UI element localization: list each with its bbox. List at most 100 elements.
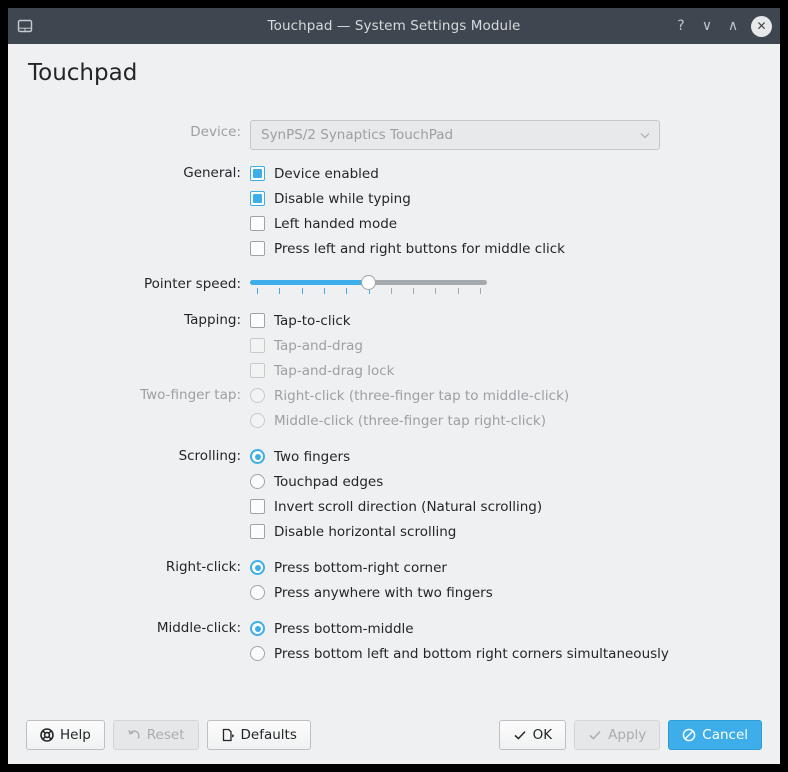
apply-button-label: Apply: [608, 727, 647, 743]
help-button-label: Help: [60, 727, 91, 743]
tapping-row-3: Tap-and-drag lock: [26, 358, 762, 383]
tapping-row-1: Tapping: Tap-to-click: [26, 308, 762, 333]
right-click-label: Right-click:: [165, 559, 241, 575]
general-row-1: General: Device enabled: [26, 161, 762, 186]
reset-button-label: Reset: [146, 727, 185, 743]
middle-click-row-2: Press bottom left and bottom right corne…: [26, 641, 762, 666]
slider-tick: [257, 288, 258, 294]
slider-tick: [458, 288, 459, 294]
checkbox-invert-scroll-direction-label: Invert scroll direction (Natural scrolli…: [274, 498, 543, 515]
checkbox-middle-click-emulation-box[interactable]: [250, 241, 265, 256]
pointer-speed-label: Pointer speed:: [144, 276, 241, 292]
radio-middle-click-both-corners[interactable]: Press bottom left and bottom right corne…: [250, 641, 669, 666]
slider-tick: [302, 288, 303, 294]
checkbox-tap-to-click-box[interactable]: [250, 313, 265, 328]
slider-tick: [391, 288, 392, 294]
checkbox-invert-scroll-direction[interactable]: Invert scroll direction (Natural scrolli…: [250, 494, 542, 519]
checkbox-tap-to-click[interactable]: Tap-to-click: [250, 308, 351, 333]
touchpad-settings-window: Touchpad — System Settings Module ? ∨ ∧ …: [8, 8, 780, 764]
checkbox-tap-and-drag: Tap-and-drag: [250, 333, 363, 358]
settings-content: Touchpad Device: SynPS/2 Synaptics Touch…: [8, 44, 780, 706]
titlebar-maximize-button[interactable]: ∧: [721, 14, 745, 38]
two-finger-tap-row-1: Two-finger tap: Right-click (three-finge…: [26, 383, 762, 408]
radio-two-finger-right-click-label: Right-click (three-finger tap to middle-…: [274, 387, 570, 404]
radio-scroll-two-fingers[interactable]: Two fingers: [250, 444, 350, 469]
radio-two-finger-middle-click: Middle-click (three-finger tap right-cli…: [250, 408, 546, 433]
pointer-speed-row: Pointer speed:: [26, 272, 762, 297]
checkbox-left-handed-mode-box[interactable]: [250, 216, 265, 231]
checkbox-disable-while-typing-label: Disable while typing: [274, 190, 411, 207]
radio-two-finger-right-click-circle: [250, 388, 265, 403]
defaults-button[interactable]: Defaults: [206, 720, 311, 750]
dialog-button-bar: Help Reset Defaults OK Apply Cancel: [8, 706, 780, 764]
defaults-button-label: Defaults: [240, 727, 297, 743]
window-controls: ? ∨ ∧ ✕: [669, 14, 780, 38]
help-button[interactable]: Help: [26, 720, 105, 750]
checkbox-disable-horizontal-scrolling-label: Disable horizontal scrolling: [274, 523, 457, 540]
undo-arrow-icon: [127, 728, 141, 742]
tapping-label: Tapping:: [184, 312, 241, 328]
radio-scroll-two-fingers-label: Two fingers: [274, 448, 351, 465]
radio-scroll-touchpad-edges-circle[interactable]: [250, 474, 265, 489]
checkbox-middle-click-emulation[interactable]: Press left and right buttons for middle …: [250, 236, 565, 261]
radio-scroll-touchpad-edges-label: Touchpad edges: [274, 473, 384, 490]
document-revert-icon: [221, 728, 235, 742]
checkbox-device-enabled-label: Device enabled: [274, 165, 379, 182]
middle-click-label: Middle-click:: [156, 620, 241, 636]
window-title: Touchpad — System Settings Module: [267, 18, 521, 34]
general-row-3: Left handed mode: [26, 211, 762, 236]
scrolling-row-4: Disable horizontal scrolling: [26, 519, 762, 544]
general-row-4: Press left and right buttons for middle …: [26, 236, 762, 261]
radio-right-click-bottom-right-corner[interactable]: Press bottom-right corner: [250, 555, 447, 580]
radio-middle-click-bottom-middle[interactable]: Press bottom-middle: [250, 616, 414, 641]
radio-middle-click-both-corners-label: Press bottom left and bottom right corne…: [274, 645, 669, 662]
two-finger-tap-row-2: Middle-click (three-finger tap right-cli…: [26, 408, 762, 433]
right-click-row-1: Right-click: Press bottom-right corner: [26, 555, 762, 580]
checkbox-left-handed-mode[interactable]: Left handed mode: [250, 211, 397, 236]
radio-scroll-two-fingers-circle[interactable]: [250, 449, 265, 464]
radio-right-click-two-fingers-label: Press anywhere with two fingers: [274, 584, 493, 601]
device-select[interactable]: SynPS/2 Synaptics TouchPad: [250, 120, 660, 150]
check-icon: [513, 728, 527, 742]
radio-two-finger-middle-click-circle: [250, 413, 265, 428]
checkbox-disable-while-typing-box[interactable]: [250, 191, 265, 206]
radio-middle-click-bottom-middle-circle[interactable]: [250, 621, 265, 636]
checkbox-tap-and-drag-lock-box: [250, 363, 265, 378]
radio-right-click-two-fingers[interactable]: Press anywhere with two fingers: [250, 580, 493, 605]
checkbox-tap-and-drag-label: Tap-and-drag: [274, 337, 363, 354]
cancel-button[interactable]: Cancel: [668, 720, 762, 750]
radio-two-finger-right-click: Right-click (three-finger tap to middle-…: [250, 383, 569, 408]
radio-right-click-bottom-right-corner-label: Press bottom-right corner: [274, 559, 447, 576]
checkbox-disable-horizontal-scrolling-box[interactable]: [250, 524, 265, 539]
checkbox-disable-horizontal-scrolling[interactable]: Disable horizontal scrolling: [250, 519, 456, 544]
checkbox-device-enabled[interactable]: Device enabled: [250, 161, 379, 186]
window-titlebar[interactable]: Touchpad — System Settings Module ? ∨ ∧ …: [8, 8, 780, 44]
titlebar-minimize-button[interactable]: ∨: [695, 14, 719, 38]
chevron-down-icon: [639, 129, 651, 141]
scrolling-label: Scrolling:: [178, 448, 241, 464]
slider-tick: [413, 288, 414, 294]
checkbox-tap-and-drag-box: [250, 338, 265, 353]
radio-right-click-bottom-right-corner-circle[interactable]: [250, 560, 265, 575]
apply-button: Apply: [574, 720, 661, 750]
checkbox-device-enabled-box[interactable]: [250, 166, 265, 181]
slider-tick: [279, 288, 280, 294]
radio-right-click-two-fingers-circle[interactable]: [250, 585, 265, 600]
checkbox-disable-while-typing[interactable]: Disable while typing: [250, 186, 411, 211]
ok-button[interactable]: OK: [498, 720, 567, 750]
general-row-2: Disable while typing: [26, 186, 762, 211]
slider-tick: [435, 288, 436, 294]
radio-two-finger-middle-click-label: Middle-click (three-finger tap right-cli…: [274, 412, 546, 429]
radio-middle-click-both-corners-circle[interactable]: [250, 646, 265, 661]
checkbox-invert-scroll-direction-box[interactable]: [250, 499, 265, 514]
middle-click-row-1: Middle-click: Press bottom-middle: [26, 616, 762, 641]
radio-scroll-touchpad-edges[interactable]: Touchpad edges: [250, 469, 383, 494]
titlebar-help-button[interactable]: ?: [669, 14, 693, 38]
scrolling-row-3: Invert scroll direction (Natural scrolli…: [26, 494, 762, 519]
slider-tick: [480, 288, 481, 294]
titlebar-close-button[interactable]: ✕: [751, 15, 772, 37]
reset-button: Reset: [112, 720, 199, 750]
scrolling-row-2: Touchpad edges: [26, 469, 762, 494]
slider-handle[interactable]: [361, 275, 376, 290]
pointer-speed-slider[interactable]: [250, 272, 487, 297]
